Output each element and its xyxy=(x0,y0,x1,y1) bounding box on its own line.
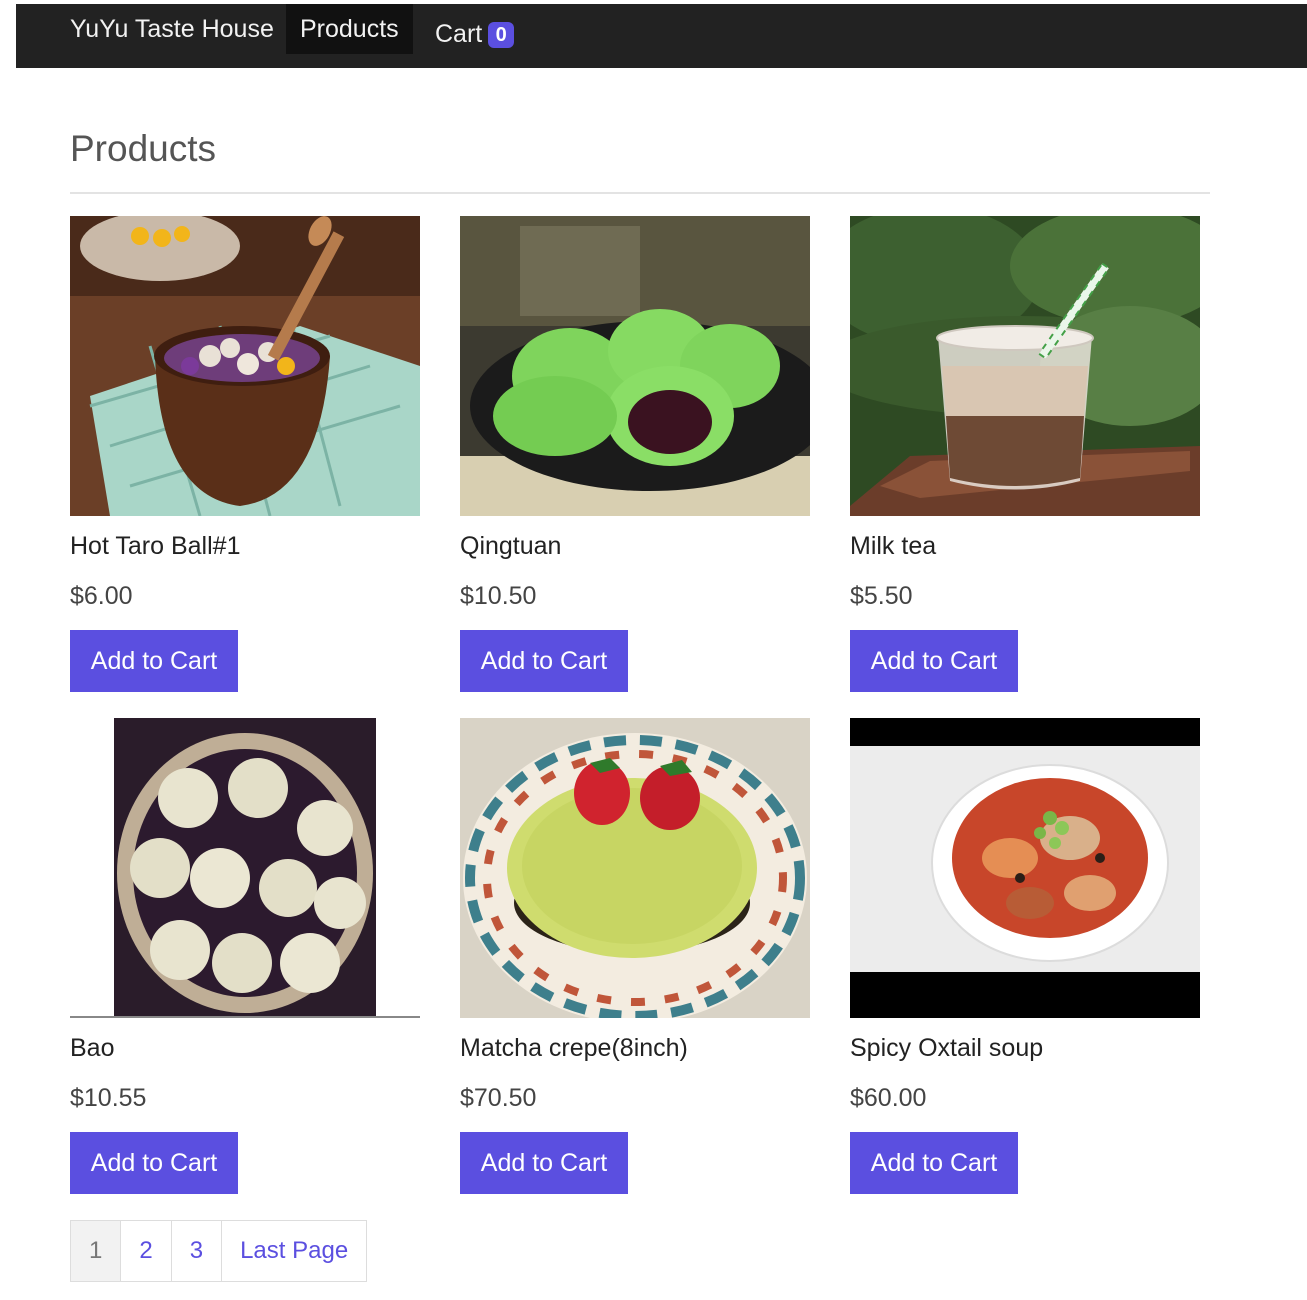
page-2[interactable]: 2 xyxy=(120,1221,170,1281)
product-card: Spicy Oxtail soup $60.00 Add to Cart xyxy=(850,718,1200,1194)
add-to-cart-button[interactable]: Add to Cart xyxy=(460,630,628,692)
page-title: Products xyxy=(70,128,217,169)
product-name[interactable]: Spicy Oxtail soup xyxy=(850,1034,1200,1066)
add-to-cart-button[interactable]: Add to Cart xyxy=(850,630,1018,692)
product-name[interactable]: Matcha crepe(8inch) xyxy=(460,1034,810,1066)
add-to-cart-button[interactable]: Add to Cart xyxy=(70,1132,238,1194)
product-image-taro-ball[interactable] xyxy=(70,216,420,516)
product-card: Milk tea $5.50 Add to Cart xyxy=(850,216,1200,692)
product-price: $10.50 xyxy=(460,582,537,610)
product-card: Qingtuan $10.50 Add to Cart xyxy=(460,216,810,692)
title-divider xyxy=(70,192,1210,194)
product-card: Matcha crepe(8inch) $70.50 Add to Cart xyxy=(460,718,810,1194)
product-image-oxtail-soup[interactable] xyxy=(850,718,1200,1018)
product-name[interactable]: Hot Taro Ball#1 xyxy=(70,532,420,564)
pagination: 1 2 3 Last Page xyxy=(70,1220,368,1282)
nav-products[interactable]: Products xyxy=(286,4,413,54)
product-price: $10.55 xyxy=(70,1084,147,1112)
product-image-qingtuan[interactable] xyxy=(460,216,810,516)
add-to-cart-button[interactable]: Add to Cart xyxy=(850,1132,1018,1194)
page-last[interactable]: Last Page xyxy=(221,1221,366,1281)
product-price: $5.50 xyxy=(850,582,913,610)
add-to-cart-button[interactable]: Add to Cart xyxy=(460,1132,628,1194)
product-card: Hot Taro Ball#1 $6.00 Add to Cart xyxy=(70,216,420,692)
cart-count-badge: 0 xyxy=(488,22,515,49)
page-1[interactable]: 1 xyxy=(71,1221,121,1281)
page-3[interactable]: 3 xyxy=(170,1221,221,1281)
add-to-cart-button[interactable]: Add to Cart xyxy=(70,630,238,692)
product-card: Bao $10.55 Add to Cart xyxy=(70,718,420,1194)
cart-label: Cart xyxy=(435,20,483,48)
product-price: $60.00 xyxy=(850,1084,927,1112)
top-navbar: YuYu Taste House Products Cart 0 xyxy=(16,4,1307,68)
product-price: $6.00 xyxy=(70,582,133,610)
product-name[interactable]: Bao xyxy=(70,1034,420,1066)
nav-cart[interactable]: Cart 0 xyxy=(435,9,515,59)
product-name[interactable]: Milk tea xyxy=(850,532,1200,564)
product-price: $70.50 xyxy=(460,1084,537,1112)
product-image-bao[interactable] xyxy=(70,718,420,1018)
product-image-milk-tea[interactable] xyxy=(850,216,1200,516)
brand-link[interactable]: YuYu Taste House xyxy=(70,4,274,54)
product-image-matcha-crepe[interactable] xyxy=(460,718,810,1018)
product-name[interactable]: Qingtuan xyxy=(460,532,810,564)
